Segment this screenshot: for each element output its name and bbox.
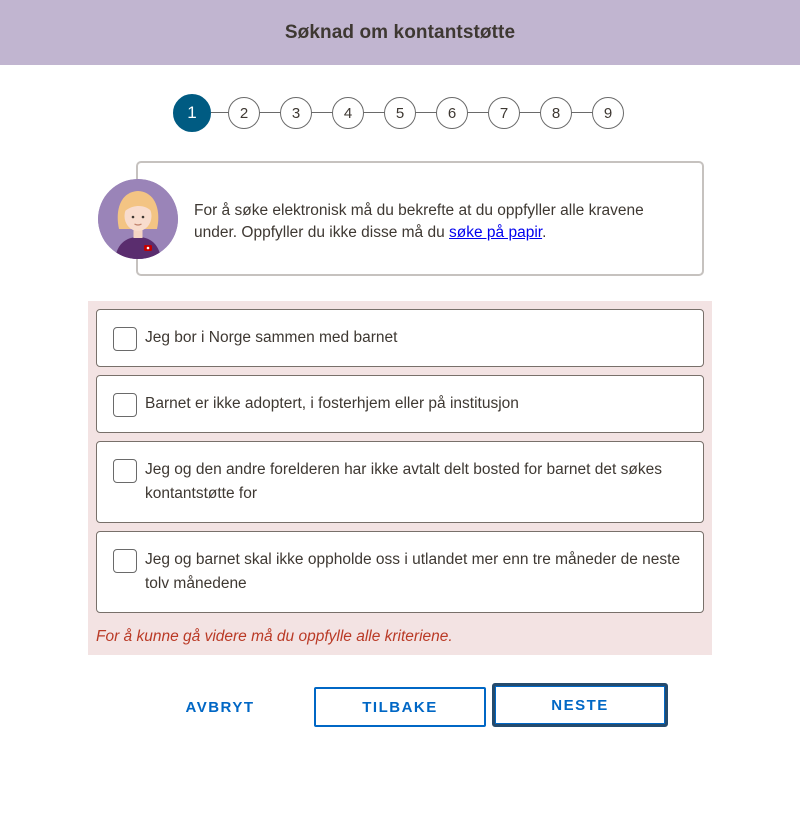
step-9: 9	[592, 97, 624, 129]
step-6: 6	[436, 97, 468, 129]
criterion-ikke-delt-bosted[interactable]: Jeg og den andre forelderen har ikke avt…	[96, 441, 704, 523]
veileder-illustration-icon	[98, 179, 178, 259]
paper-application-link[interactable]: søke på papir	[449, 224, 542, 241]
step-7: 7	[488, 97, 520, 129]
info-speech-bubble: For å søke elektronisk må du bekrefte at…	[136, 161, 704, 276]
page-title: Søknad om kontantstøtte	[284, 21, 516, 43]
criteria-error-panel: Jeg bor i Norge sammen med barnet Barnet…	[88, 301, 712, 655]
validation-error-message: For å kunne gå videre må du oppfylle all…	[96, 628, 453, 645]
checkbox[interactable]	[113, 459, 137, 483]
cancel-button[interactable]: AVBRYT	[150, 687, 290, 727]
step-2: 2	[228, 97, 260, 129]
checkbox[interactable]	[113, 549, 137, 573]
checkbox[interactable]	[113, 327, 137, 351]
step-5: 5	[384, 97, 416, 129]
criterion-label: Jeg og den andre forelderen har ikke avt…	[145, 461, 662, 502]
back-button[interactable]: TILBAKE	[314, 687, 486, 727]
veileder-avatar	[98, 179, 178, 259]
info-text-intro: For å søke elektronisk må du bekrefte at…	[194, 202, 644, 241]
info-text: For å søke elektronisk må du bekrefte at…	[194, 200, 662, 244]
criterion-label: Jeg og barnet skal ikke oppholde oss i u…	[145, 551, 681, 592]
step-8: 8	[540, 97, 572, 129]
criterion-ikke-adoptert[interactable]: Barnet er ikke adoptert, i fosterhjem el…	[96, 375, 704, 433]
criterion-label: Jeg bor i Norge sammen med barnet	[145, 329, 398, 346]
step-4: 4	[332, 97, 364, 129]
next-button[interactable]: NESTE	[492, 683, 668, 727]
step-3: 3	[280, 97, 312, 129]
app-header: Søknad om kontantstøtte	[0, 0, 800, 65]
criterion-ikke-utlandet[interactable]: Jeg og barnet skal ikke oppholde oss i u…	[96, 531, 704, 613]
step-1: 1	[173, 94, 211, 132]
criterion-bor-i-norge[interactable]: Jeg bor i Norge sammen med barnet	[96, 309, 704, 367]
criterion-label: Barnet er ikke adoptert, i fosterhjem el…	[145, 395, 519, 412]
step-indicator: 1 2 3 4 5 6 7 8 9	[0, 94, 800, 132]
checkbox[interactable]	[113, 393, 137, 417]
info-text-end: .	[542, 224, 547, 241]
